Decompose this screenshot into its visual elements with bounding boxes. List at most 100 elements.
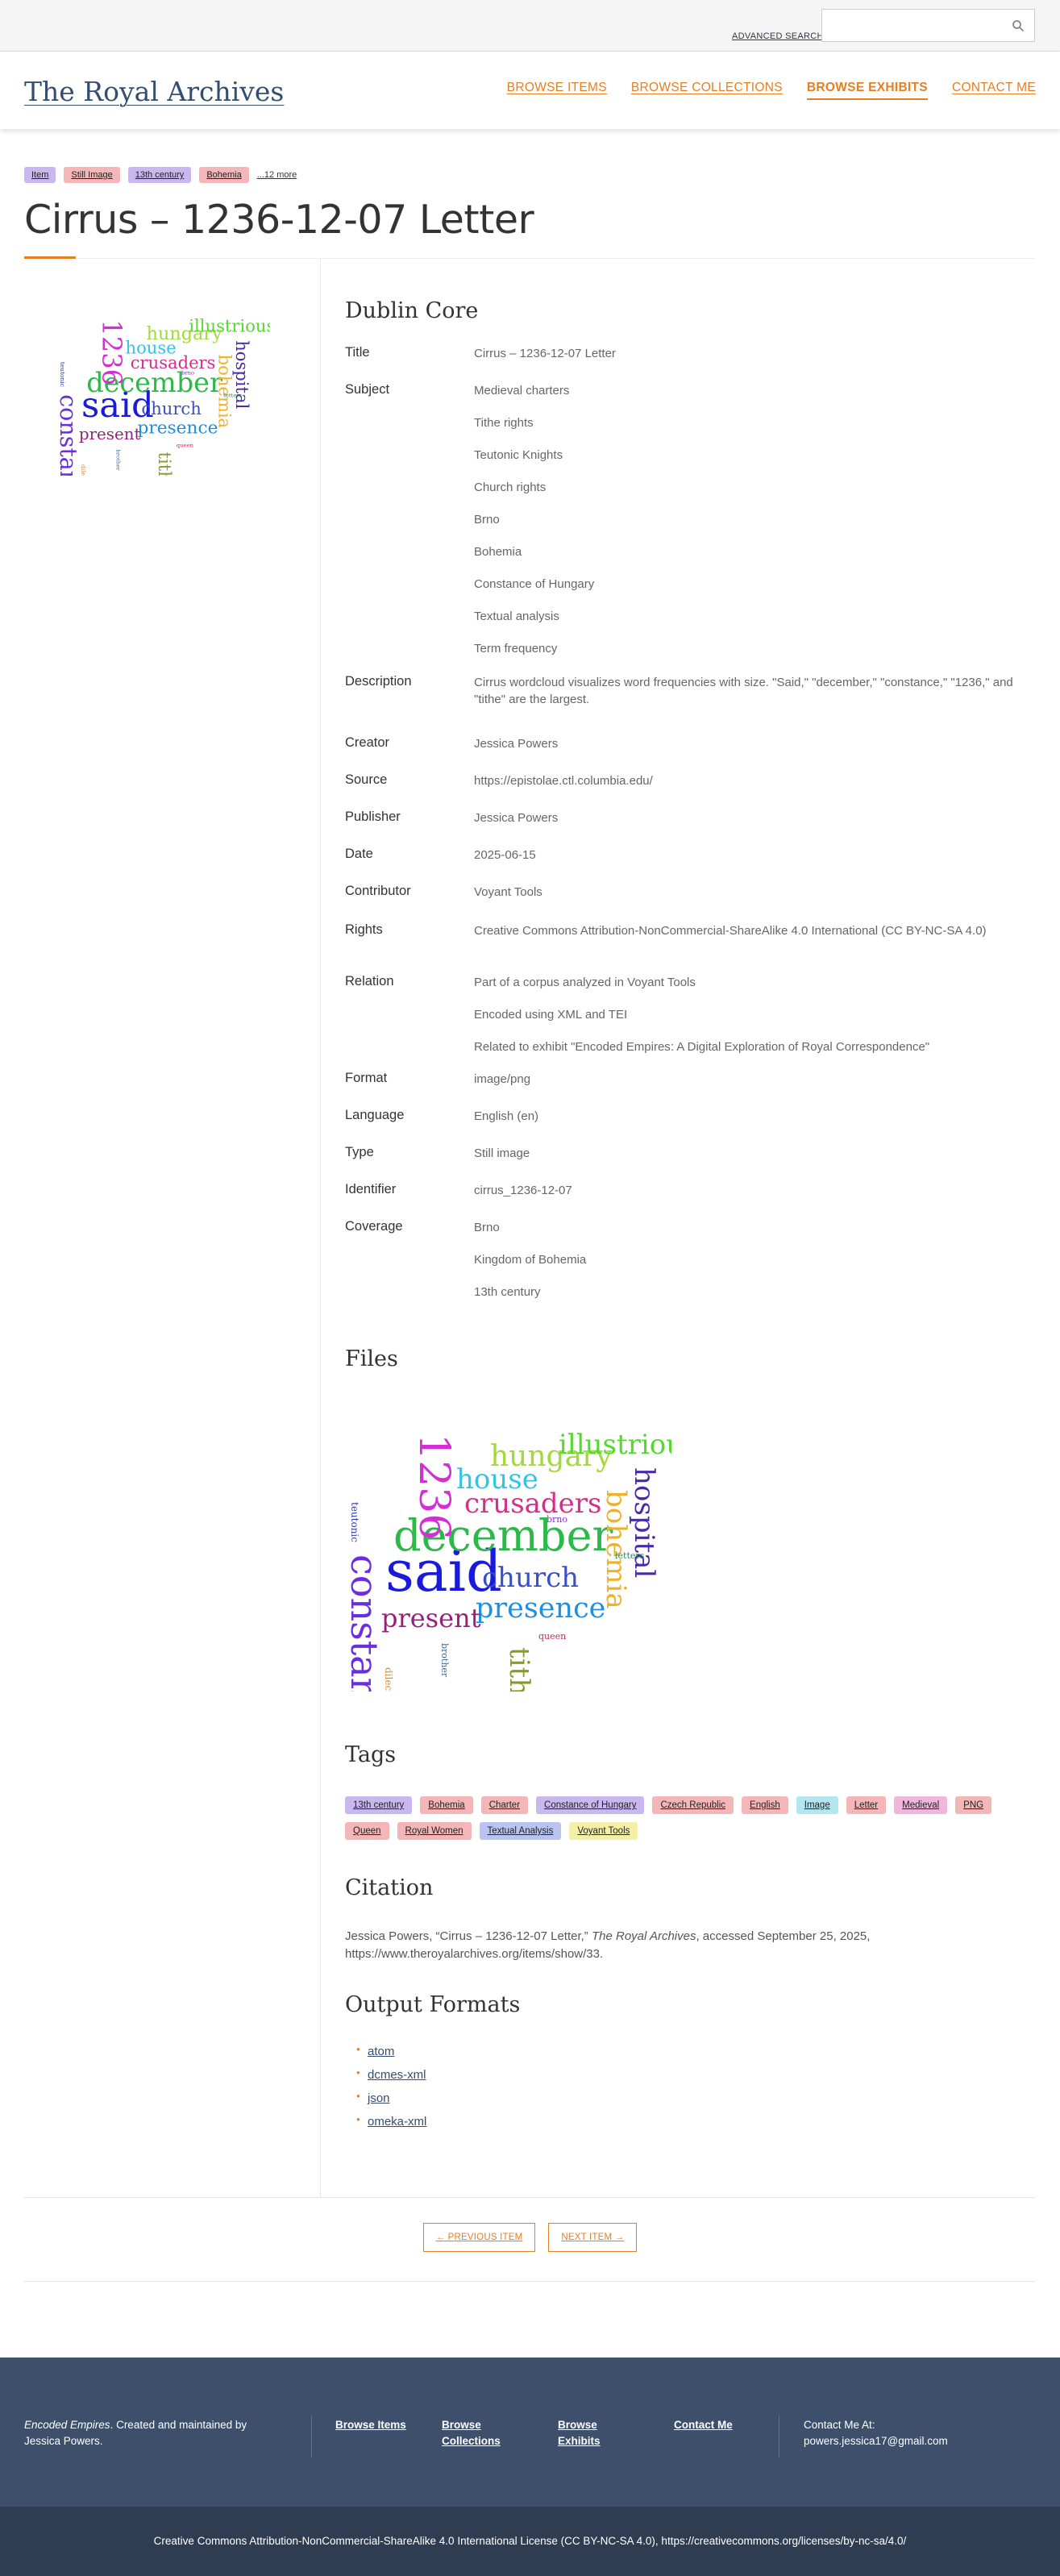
tag-image[interactable]: Image bbox=[796, 1796, 838, 1814]
output-formats-heading: Output Formats bbox=[345, 1992, 521, 2017]
wordcloud-word: teutonic bbox=[59, 362, 66, 387]
dc-label: Identifier bbox=[345, 1182, 397, 1196]
tag-13th-century[interactable]: 13th century bbox=[345, 1796, 413, 1814]
wordcloud-word: dilectus bbox=[383, 1667, 394, 1692]
output-formats-list: atom dcmes-xml json omeka-xml bbox=[356, 2045, 426, 2138]
dc-values: English (en) bbox=[474, 1108, 1022, 1140]
wordcloud-word: bohemia bbox=[600, 1490, 632, 1609]
footer-link-browse-items[interactable]: Browse Items bbox=[335, 2417, 406, 2433]
tag-queen[interactable]: Queen bbox=[345, 1822, 389, 1840]
footer-contact: Contact Me At: powers.jessica17@gmail.co… bbox=[804, 2417, 948, 2449]
dc-value: English (en) bbox=[474, 1109, 539, 1123]
footer-project-name: Encoded Empires bbox=[24, 2419, 110, 2431]
search-input[interactable] bbox=[821, 9, 1035, 42]
tag-royal-women[interactable]: Royal Women bbox=[397, 1822, 472, 1840]
title-divider bbox=[76, 258, 1035, 259]
tag-letter[interactable]: Letter bbox=[846, 1796, 887, 1814]
dc-values: https://epistolae.ctl.columbia.edu/ bbox=[474, 772, 1022, 805]
tag-png[interactable]: PNG bbox=[955, 1796, 992, 1814]
wordcloud-word: presence bbox=[137, 418, 218, 439]
dc-value: Medieval charters bbox=[474, 384, 570, 397]
pager-divider-top bbox=[24, 2197, 1035, 2198]
dc-label: Source bbox=[345, 772, 388, 787]
dc-label: Coverage bbox=[345, 1219, 403, 1234]
wordcloud-word: queen bbox=[177, 442, 194, 448]
badge-still-image[interactable]: Still Image bbox=[64, 167, 120, 183]
badge-bohemia[interactable]: Bohemia bbox=[199, 167, 249, 183]
nav-contact-me[interactable]: CONTACT ME bbox=[952, 81, 1036, 100]
wordcloud-word: 1236 bbox=[97, 319, 127, 385]
footer-link-browse-collections[interactable]: Browse Collections bbox=[442, 2417, 501, 2449]
dc-values: Creative Commons Attribution-NonCommerci… bbox=[474, 922, 1022, 955]
wordcloud-thumbnail[interactable]: constance saiddecember1236presencepresent… bbox=[56, 314, 270, 476]
badge-13th-century[interactable]: 13th century bbox=[127, 167, 192, 183]
tag-charter[interactable]: Charter bbox=[480, 1796, 529, 1814]
footer-contact-label: Contact Me At: bbox=[804, 2419, 875, 2431]
dc-value: Cirrus wordcloud visualizes word frequen… bbox=[474, 676, 1013, 706]
footer-link-contact-me[interactable]: Contact Me bbox=[674, 2417, 733, 2433]
tag-constance-of-hungary[interactable]: Constance of Hungary bbox=[536, 1796, 645, 1814]
nav-browse-collections[interactable]: BROWSE COLLECTIONS bbox=[631, 81, 783, 100]
previous-item-button[interactable]: ← PREVIOUS ITEM bbox=[422, 2223, 536, 2252]
wordcloud-word: dilectus bbox=[80, 464, 87, 476]
footer-link-browse-exhibits[interactable]: Browse Exhibits bbox=[558, 2417, 606, 2449]
wordcloud-word: teutonic bbox=[349, 1502, 360, 1542]
nav-browse-exhibits[interactable]: BROWSE EXHIBITS bbox=[806, 81, 928, 100]
output-format-dcmes-xml[interactable]: dcmes-xml bbox=[368, 2068, 426, 2082]
next-item-button[interactable]: NEXT ITEM → bbox=[548, 2223, 638, 2252]
tag-textual-analysis[interactable]: Textual Analysis bbox=[479, 1822, 562, 1840]
dublin-core-heading: Dublin Core bbox=[345, 298, 479, 323]
dc-value: Still image bbox=[474, 1147, 530, 1160]
tag-english[interactable]: English bbox=[742, 1796, 788, 1814]
advanced-search-link[interactable]: ADVANCED SEARCH bbox=[732, 31, 824, 41]
wordcloud-word: constance bbox=[345, 1554, 386, 1692]
dc-value: Tithe rights bbox=[474, 416, 534, 430]
output-format-json[interactable]: json bbox=[368, 2091, 390, 2105]
wordcloud-word: letters bbox=[615, 1550, 645, 1561]
tag-medieval[interactable]: Medieval bbox=[894, 1796, 948, 1814]
dc-values: cirrus_1236-12-07 bbox=[474, 1182, 1022, 1214]
dc-value: 13th century bbox=[474, 1285, 541, 1299]
wordcloud-word: church bbox=[482, 1562, 579, 1594]
output-format-item: dcmes-xml bbox=[356, 2068, 426, 2082]
wordcloud-word: brother bbox=[439, 1643, 450, 1678]
dc-label: Language bbox=[345, 1108, 405, 1122]
wordcloud-word: hospital bbox=[628, 1467, 660, 1578]
footer-license: Creative Commons Attribution-NonCommerci… bbox=[0, 2507, 1060, 2576]
wordcloud-word: queen bbox=[538, 1631, 566, 1642]
footer-contact-email[interactable]: powers.jessica17@gmail.com bbox=[804, 2433, 948, 2449]
tag-czech-republic[interactable]: Czech Republic bbox=[652, 1796, 734, 1814]
dc-label: Description bbox=[345, 674, 412, 689]
wordcloud-word: presence bbox=[476, 1592, 605, 1625]
tag-voyant-tools[interactable]: Voyant Tools bbox=[569, 1822, 638, 1840]
dc-values: Voyant Tools bbox=[474, 884, 1022, 916]
wordcloud-word: present bbox=[381, 1603, 481, 1633]
dc-value: Term frequency bbox=[474, 642, 558, 655]
badge-item[interactable]: Item bbox=[24, 167, 56, 183]
dc-label: Type bbox=[345, 1145, 374, 1159]
output-format-omeka-xml[interactable]: omeka-xml bbox=[368, 2115, 426, 2129]
dc-value: Part of a corpus analyzed in Voyant Tool… bbox=[474, 976, 696, 989]
dc-value: Brno bbox=[474, 1221, 500, 1234]
tag-bohemia[interactable]: Bohemia bbox=[420, 1796, 473, 1814]
citation-before: Jessica Powers, “Cirrus – 1236-12-07 Let… bbox=[345, 1929, 592, 1943]
site-title[interactable]: The Royal Archives bbox=[24, 76, 284, 107]
more-badges-link[interactable]: ...12 more bbox=[257, 170, 297, 180]
pager-divider-bottom bbox=[24, 2281, 1035, 2282]
dc-value: Bohemia bbox=[474, 545, 522, 559]
dc-value: image/png bbox=[474, 1072, 531, 1086]
page-title: Cirrus – 1236-12-07 Letter bbox=[24, 197, 534, 243]
dc-value: https://epistolae.ctl.columbia.edu/ bbox=[474, 774, 653, 788]
output-format-atom[interactable]: atom bbox=[368, 2045, 394, 2058]
dc-values: Jessica Powers bbox=[474, 809, 1022, 842]
wordcloud-word: present bbox=[79, 425, 141, 443]
item-badges: Item Still Image 13th century Bohemia ..… bbox=[24, 167, 297, 183]
search-icon[interactable] bbox=[1012, 19, 1025, 32]
dc-value: Teutonic Knights bbox=[474, 448, 563, 462]
wordcloud-image[interactable]: constance saiddecember1236presencepresent… bbox=[345, 1425, 671, 1692]
dc-value: Kingdom of Bohemia bbox=[474, 1253, 587, 1267]
dc-values: Cirrus wordcloud visualizes word frequen… bbox=[474, 674, 1022, 723]
dc-values: 2025-06-15 bbox=[474, 847, 1022, 879]
nav-browse-items[interactable]: BROWSE ITEMS bbox=[507, 81, 607, 100]
footer-divider bbox=[311, 2416, 312, 2457]
